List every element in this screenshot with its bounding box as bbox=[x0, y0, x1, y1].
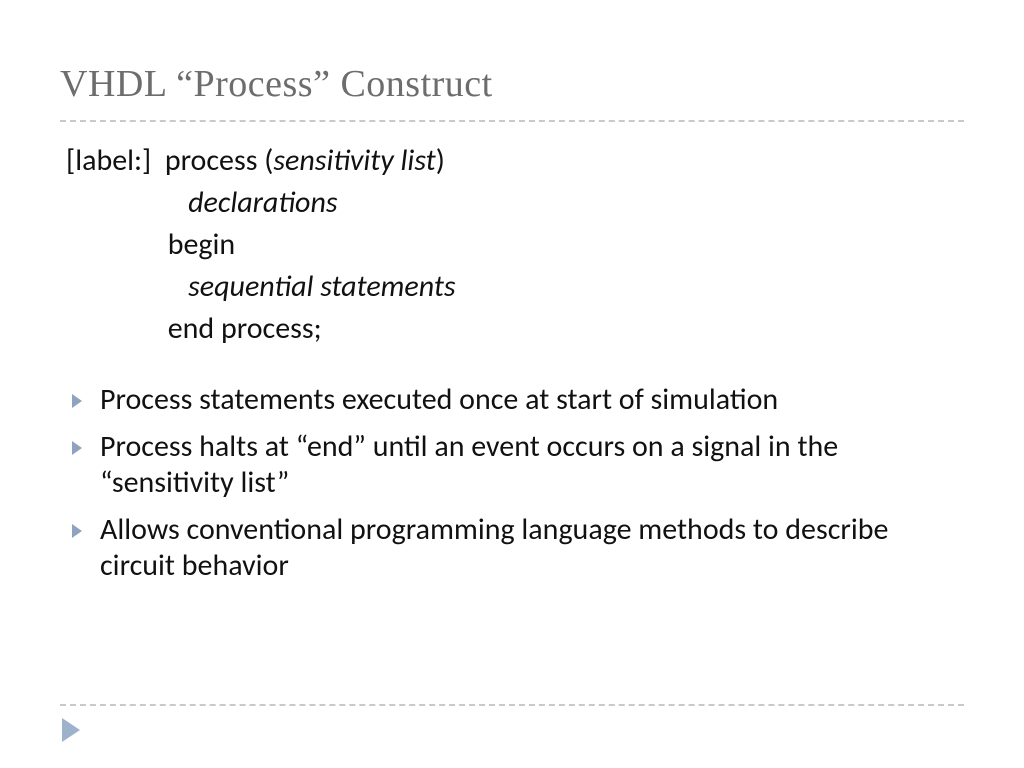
syntax-line-2: declarations bbox=[66, 182, 964, 224]
syntax-line-4: sequential statements bbox=[66, 266, 964, 308]
syntax-line-3: begin bbox=[66, 224, 964, 266]
syntax-l4: sequential statements bbox=[188, 268, 455, 305]
syntax-l2: declarations bbox=[188, 184, 337, 221]
syntax-l1c: ) bbox=[436, 142, 445, 179]
bullet-list: Process statements executed once at star… bbox=[66, 382, 964, 585]
next-arrow-icon bbox=[62, 718, 80, 742]
syntax-line-1: [label:] process (sensitivity list) bbox=[66, 140, 964, 182]
slide: VHDL “Process” Construct [label:] proces… bbox=[0, 0, 1024, 585]
syntax-l3: begin bbox=[168, 226, 235, 263]
divider-bottom bbox=[60, 704, 964, 706]
list-item: Allows conventional programming language… bbox=[66, 512, 964, 585]
list-item: Process halts at “end” until an event oc… bbox=[66, 429, 964, 502]
list-item: Process statements executed once at star… bbox=[66, 382, 964, 419]
syntax-line-5: end process; bbox=[66, 308, 964, 350]
syntax-l1a: [label:] process ( bbox=[66, 142, 273, 179]
slide-title: VHDL “Process” Construct bbox=[60, 62, 964, 106]
syntax-block: [label:] process (sensitivity list) decl… bbox=[66, 140, 964, 350]
syntax-l1b: sensitivity list bbox=[273, 142, 435, 179]
divider-top bbox=[60, 120, 964, 122]
syntax-l5: end process; bbox=[168, 310, 322, 347]
